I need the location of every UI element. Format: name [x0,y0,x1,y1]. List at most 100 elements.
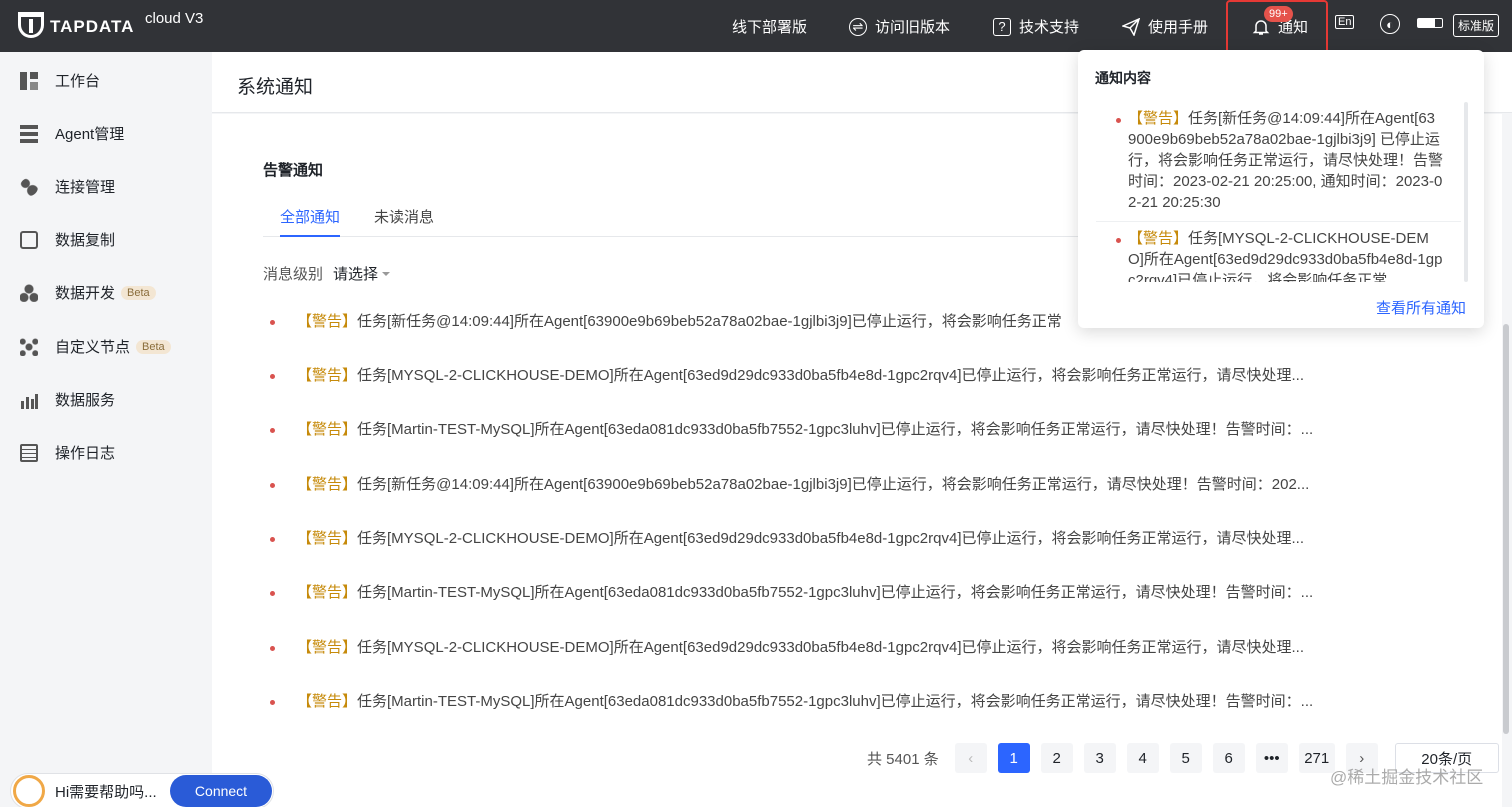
dashboard-icon [20,71,38,90]
sidebar-item-operation-log[interactable]: 操作日志 [20,442,115,463]
sidebar-item-label: 工作台 [55,73,101,90]
beta-badge: Beta [121,285,156,300]
battery-icon [1417,18,1443,28]
copy-icon [20,230,38,249]
alert-dot-icon [1116,238,1121,243]
sidebar-item-data-copy[interactable]: 数据复制 [20,229,115,250]
message-text: 任务[Martin-TEST-MySQL]所在Agent[63eda081dc9… [357,421,1314,438]
message-text: 任务[Martin-TEST-MySQL]所在Agent[63eda081dc9… [357,584,1314,601]
sidebar-item-connection[interactable]: 连接管理 [20,176,115,197]
warning-tag: 【警告】 [297,476,358,493]
warning-tag: 【警告】 [1128,110,1189,127]
link-icon [20,177,38,196]
page-button[interactable]: 2 [1040,743,1073,773]
tab-unread[interactable]: 未读消息 [374,206,434,235]
total-count: 共 5401 条 [867,750,939,768]
page-button[interactable]: 6 [1212,743,1245,773]
warning-tag: 【警告】 [297,530,358,547]
nav-manual[interactable]: 使用手册 [1122,16,1208,37]
popup-title: 通知内容 [1095,70,1151,86]
level-filter: 消息级别 请选择 [263,263,391,284]
message-text: 任务[新任务@14:09:44]所在Agent[63900e9b69beb52a… [357,313,1062,330]
paper-plane-icon [1122,17,1140,36]
switch-icon: ⇌ [849,17,867,36]
sidebar-item-agent[interactable]: Agent管理 [20,123,124,144]
warning-tag: 【警告】 [1128,230,1189,247]
nav-old-version[interactable]: ⇌ 访问旧版本 [849,16,950,37]
plan-badge[interactable]: 标准版 [1453,14,1500,37]
sidebar-item-custom-node[interactable]: 自定义节点 Beta [20,336,171,357]
message-row[interactable]: 【警告】任务[Martin-TEST-MySQL]所在Agent[63eda08… [270,418,1350,439]
tab-all[interactable]: 全部通知 [280,206,341,237]
chat-text: Hi需要帮助吗... [55,783,157,801]
sidebar-item-data-service[interactable]: 数据服务 [20,389,115,410]
notification-popup: 通知内容 【警告】任务[新任务@14:09:44]所在Agent[63900e9… [1078,50,1484,328]
language-switch[interactable]: En [1335,15,1355,29]
message-row[interactable]: 【警告】任务[Martin-TEST-MySQL]所在Agent[63eda08… [270,690,1350,711]
warning-tag: 【警告】 [297,584,358,601]
alert-dot-icon [270,319,275,325]
message-row[interactable]: 【警告】任务[MYSQL-2-CLICKHOUSE-DEMO]所在Agent[6… [270,636,1350,657]
message-row[interactable]: 【警告】任务[MYSQL-2-CLICKHOUSE-DEMO]所在Agent[6… [270,527,1350,548]
filter-label: 消息级别 [263,266,324,283]
top-bar: TAPDATA cloud V3 线下部署版 ⇌ 访问旧版本 ? 技术支持 使用… [0,0,1512,62]
sidebar-item-workbench[interactable]: 工作台 [20,70,100,91]
nav-old-version-label: 访问旧版本 [875,19,951,36]
nodes-icon [20,337,38,356]
page-button[interactable]: 4 [1126,743,1159,773]
alert-dot-icon [270,482,275,488]
alert-dot-icon [270,699,275,705]
sidebar-item-label: 数据开发 [55,285,116,302]
page-button[interactable]: 3 [1083,743,1116,773]
message-text: 任务[MYSQL-2-CLICKHOUSE-DEMO]所在Agent[63ed9… [357,639,1304,656]
sidebar: 工作台 Agent管理 连接管理 数据复制 数据开发 Beta 自定义节点 Be… [0,52,212,807]
message-text: 任务[新任务@14:09:44]所在Agent[63900e9b69beb52a… [357,476,1310,493]
sidebar-item-label: 数据复制 [55,232,116,249]
sidebar-item-label: 操作日志 [55,445,116,462]
chat-widget[interactable]: Hi需要帮助吗... Connect [10,773,274,807]
nav-offline-label: 线下部署版 [732,19,808,36]
page-scrollbar[interactable] [1503,324,1509,734]
server-icon [20,124,38,143]
logo-version: cloud V3 [145,10,204,27]
sidebar-item-label: 自定义节点 [55,339,131,356]
popup-notification-item[interactable]: 【警告】任务[新任务@14:09:44]所在Agent[63900e9b69be… [1096,102,1461,222]
chat-avatar [13,775,45,807]
popup-notification-list: 【警告】任务[新任务@14:09:44]所在Agent[63900e9b69be… [1096,102,1461,282]
message-row[interactable]: 【警告】任务[MYSQL-2-CLICKHOUSE-DEMO]所在Agent[6… [270,364,1350,385]
level-select[interactable]: 请选择 [333,263,391,284]
more-pages-button[interactable]: ••• [1255,743,1288,773]
sidebar-item-data-dev[interactable]: 数据开发 Beta [20,282,156,303]
beta-badge: Beta [136,339,171,354]
popup-notification-item[interactable]: 【警告】任务[MYSQL-2-CLICKHOUSE-DEMO]所在Agent[6… [1096,222,1461,282]
message-row[interactable]: 【警告】任务[Martin-TEST-MySQL]所在Agent[63eda08… [270,581,1350,602]
warning-tag: 【警告】 [297,693,358,710]
nav-support[interactable]: ? 技术支持 [993,16,1079,37]
chart-icon [20,390,38,409]
alert-dot-icon [270,536,275,542]
alert-dot-icon [270,427,275,433]
nav-manual-label: 使用手册 [1148,19,1209,36]
user-avatar[interactable]: ◐ [1380,14,1400,34]
page-button[interactable]: 1 [997,743,1030,773]
view-all-notifications-link[interactable]: 查看所有通知 [1376,297,1466,318]
logo-text: TAPDATA [50,17,135,36]
caret-down-icon [382,271,391,276]
sidebar-item-label: Agent管理 [55,126,125,143]
tapdata-logo[interactable]: TAPDATA [18,12,134,38]
alert-dot-icon [270,645,275,651]
message-text: 任务[MYSQL-2-CLICKHOUSE-DEMO]所在Agent[63ed9… [357,530,1304,547]
battery-indicator [1417,18,1443,28]
page-title: 系统通知 [237,77,314,98]
warning-tag: 【警告】 [297,421,358,438]
log-icon [20,443,38,462]
sidebar-item-label: 连接管理 [55,179,116,196]
alert-dot-icon [270,373,275,379]
message-row[interactable]: 【警告】任务[新任务@14:09:44]所在Agent[63900e9b69be… [270,473,1350,494]
nav-offline-deploy[interactable]: 线下部署版 [732,16,807,37]
warning-tag: 【警告】 [297,313,358,330]
page-button[interactable]: 5 [1169,743,1202,773]
connect-button[interactable]: Connect [170,775,272,807]
popup-scrollbar[interactable] [1464,102,1468,282]
prev-page-button[interactable]: ‹ [954,743,987,773]
